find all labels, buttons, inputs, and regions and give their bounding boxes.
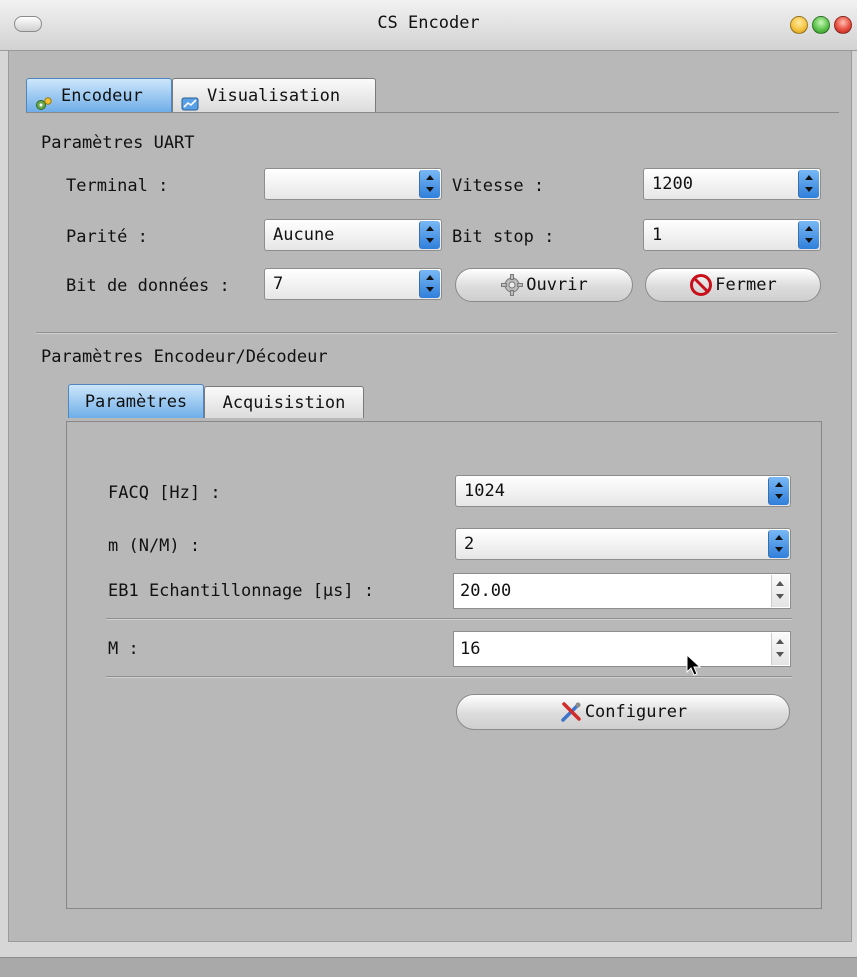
M-spinbox[interactable]: 16: [453, 631, 791, 667]
tab-parametres[interactable]: Paramètres: [68, 384, 204, 418]
bit-donnees-value: 7: [273, 274, 284, 294]
m-ratio-value: 2: [464, 534, 475, 554]
bit-stop-select[interactable]: 1: [643, 219, 821, 251]
configure-button[interactable]: Configurer: [456, 694, 790, 730]
close-button[interactable]: Fermer: [645, 268, 821, 302]
vitesse-value: 1200: [652, 174, 693, 194]
tab-acquisition[interactable]: Acquisistion: [204, 386, 364, 418]
select-arrows-icon: [798, 170, 819, 198]
bit-donnees-select[interactable]: 7: [264, 268, 442, 300]
bit-stop-value: 1: [652, 225, 663, 245]
row-divider: [106, 618, 792, 620]
facq-select[interactable]: 1024: [455, 475, 791, 507]
open-button[interactable]: Ouvrir: [455, 268, 633, 302]
m-ratio-select[interactable]: 2: [455, 528, 791, 560]
title-bar: CS Encoder: [0, 0, 857, 51]
select-arrows-icon: [419, 270, 440, 298]
select-arrows-icon: [419, 170, 440, 198]
bit-donnees-label: Bit de données :: [66, 276, 230, 296]
spin-arrows-icon[interactable]: [771, 575, 789, 607]
close-button-label: Fermer: [715, 275, 777, 295]
terminal-label: Terminal :: [66, 176, 169, 196]
section-divider: [36, 332, 837, 334]
uart-section-title: Paramètres UART: [41, 133, 195, 153]
tab-label: Visualisation: [207, 86, 341, 106]
m-ratio-label: m (N/M) :: [108, 536, 201, 556]
tab-visualisation[interactable]: Visualisation: [172, 78, 376, 112]
parite-value: Aucune: [273, 225, 335, 245]
facq-value: 1024: [464, 481, 505, 501]
select-arrows-icon: [798, 221, 819, 249]
chart-icon: [181, 89, 199, 111]
spin-arrows-icon[interactable]: [771, 633, 789, 665]
tab-label: Acquisistion: [222, 393, 346, 413]
configure-button-label: Configurer: [584, 702, 688, 722]
M-label: M :: [108, 639, 139, 659]
select-arrows-icon: [768, 530, 789, 558]
tab-label: Encodeur: [61, 86, 143, 106]
select-arrows-icon: [419, 221, 440, 249]
no-entry-icon: [689, 273, 713, 297]
tab-label: Paramètres: [84, 392, 188, 412]
parite-label: Parité :: [66, 227, 148, 247]
encoder-section-title: Paramètres Encodeur/Décodeur: [41, 347, 328, 367]
eb1-value: 20.00: [460, 581, 512, 601]
eb1-spinbox[interactable]: 20.00: [453, 573, 791, 609]
eb1-label: EB1 Echantillonnage [µs] :: [108, 581, 375, 601]
gear-icon: [500, 273, 524, 297]
tools-icon: [559, 700, 583, 724]
M-value: 16: [460, 639, 481, 659]
mouse-pointer-icon: [686, 653, 702, 678]
bit-stop-label: Bit stop :: [452, 227, 555, 247]
facq-label: FACQ [Hz] :: [108, 483, 221, 503]
status-strip: [0, 957, 857, 977]
open-button-label: Ouvrir: [526, 275, 588, 295]
vitesse-label: Vitesse :: [452, 176, 545, 196]
parite-select[interactable]: Aucune: [264, 219, 442, 251]
gears-icon: [35, 89, 53, 110]
terminal-select[interactable]: [264, 168, 442, 200]
zoom-button[interactable]: [812, 16, 830, 34]
select-arrows-icon: [768, 477, 789, 505]
tab-encodeur[interactable]: Encodeur: [26, 78, 172, 112]
close-window-button[interactable]: [834, 16, 852, 34]
window-title: CS Encoder: [377, 13, 480, 33]
vitesse-select[interactable]: 1200: [643, 168, 821, 200]
minimize-button[interactable]: [790, 16, 808, 34]
